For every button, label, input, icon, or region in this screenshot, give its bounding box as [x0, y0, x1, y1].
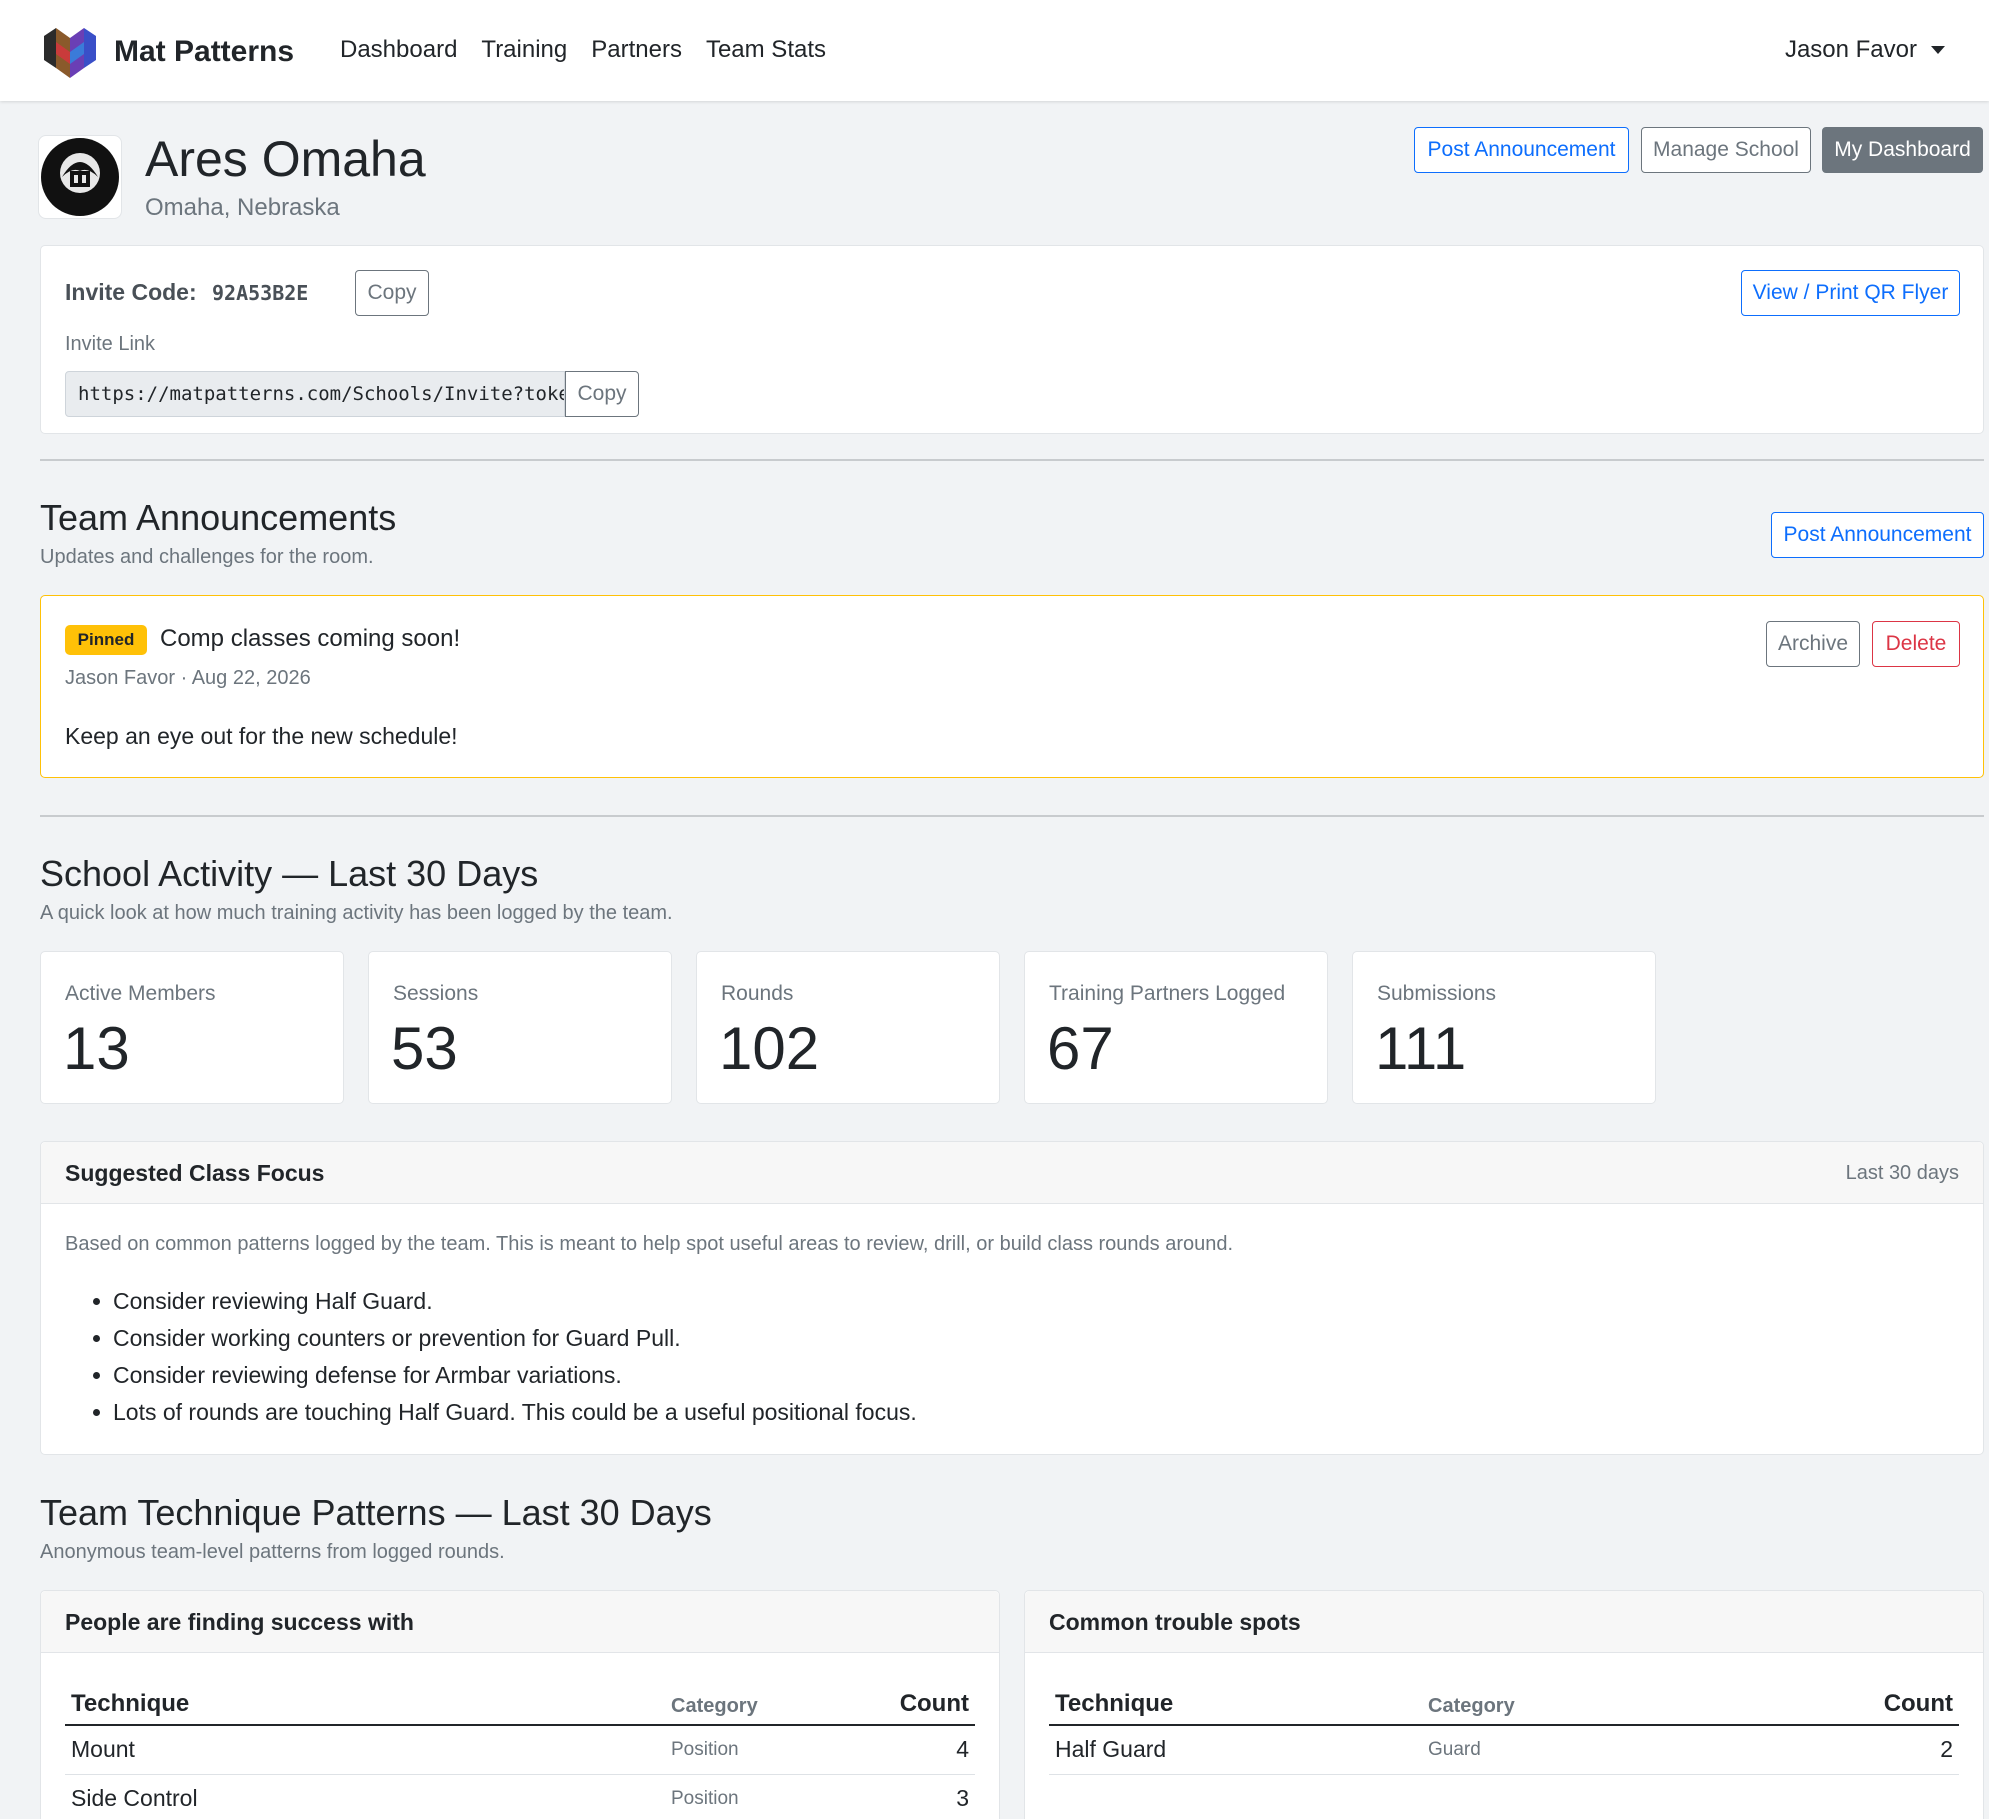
announcement-card: [40, 595, 1984, 778]
activity-title: School Activity — Last 30 Days: [40, 853, 539, 894]
count-cell: 3: [835, 1774, 975, 1819]
technique-cell: Mount: [65, 1725, 665, 1775]
list-item: Consider reviewing defense for Armbar va…: [89, 1360, 917, 1397]
divider: [40, 815, 1984, 817]
count-cell: 4: [835, 1725, 975, 1775]
school-logo-icon: [41, 138, 119, 216]
stat-card-training-partners: Training Partners Logged 67: [1024, 951, 1328, 1104]
school-location: Omaha, Nebraska: [145, 194, 340, 221]
stat-label: Submissions: [1377, 982, 1497, 1005]
post-announcement-button-secondary[interactable]: Post Announcement: [1771, 512, 1984, 558]
focus-period: Last 30 days: [1845, 1162, 1959, 1184]
school-logo: [38, 135, 122, 219]
stat-label: Training Partners Logged: [1049, 982, 1286, 1005]
user-name: Jason Favor: [1784, 36, 1917, 63]
delete-button[interactable]: Delete: [1872, 621, 1960, 667]
card-header: Common trouble spots: [1025, 1591, 1983, 1653]
column-header-technique: Technique: [65, 1675, 665, 1726]
stat-label: Rounds: [721, 982, 794, 1005]
success-table: Technique Category Count Mount Position …: [65, 1675, 975, 1819]
stat-card-rounds: Rounds 102: [696, 951, 1000, 1104]
pinned-badge: Pinned: [65, 625, 147, 655]
stat-value: 111: [1375, 1015, 1467, 1082]
column-header-count: Count: [1752, 1675, 1959, 1726]
stat-label: Sessions: [393, 982, 479, 1005]
stat-card-sessions: Sessions 53: [368, 951, 672, 1104]
announcement-body: Keep an eye out for the new schedule!: [65, 723, 458, 749]
announcement-title: Comp classes coming soon!: [160, 625, 461, 652]
column-header-category: Category: [1422, 1675, 1752, 1726]
invite-link-field[interactable]: https://matpatterns.com/Schools/Invite?t…: [65, 371, 565, 417]
announcement-meta: Jason Favor · Aug 22, 2026: [65, 667, 311, 689]
trouble-title: Common trouble spots: [1049, 1609, 1301, 1635]
list-item: Lots of rounds are touching Half Guard. …: [89, 1397, 917, 1434]
school-name: Ares Omaha: [145, 131, 426, 187]
brand[interactable]: Mat Patterns: [40, 24, 294, 80]
focus-title: Suggested Class Focus: [65, 1160, 325, 1186]
column-header-category: Category: [665, 1675, 835, 1726]
nav-link-dashboard[interactable]: Dashboard: [340, 36, 457, 64]
table-row: Half Guard Guard 2: [1049, 1725, 1959, 1775]
trouble-table: Technique Category Count Half Guard Guar…: [1049, 1675, 1959, 1775]
copy-code-button[interactable]: Copy: [355, 270, 429, 316]
focus-list: Consider reviewing Half Guard. Consider …: [89, 1286, 917, 1434]
patterns-subtitle: Anonymous team-level patterns from logge…: [40, 1541, 505, 1563]
column-header-count: Count: [835, 1675, 975, 1726]
top-navbar: Mat Patterns Dashboard Training Partners…: [0, 0, 1989, 101]
nav-link-partners[interactable]: Partners: [591, 36, 682, 64]
count-cell: 2: [1752, 1725, 1959, 1775]
mat-patterns-logo-icon: [44, 28, 96, 78]
stat-card-submissions: Submissions 111: [1352, 951, 1656, 1104]
nav-link-training[interactable]: Training: [481, 36, 567, 64]
card-header: Suggested Class Focus Last 30 days: [41, 1142, 1983, 1204]
brand-name: Mat Patterns: [114, 35, 295, 68]
manage-school-button[interactable]: Manage School: [1641, 127, 1811, 173]
chevron-down-icon: [1931, 46, 1945, 54]
post-announcement-button[interactable]: Post Announcement: [1414, 127, 1629, 173]
technique-cell: Side Control: [65, 1774, 665, 1819]
copy-link-button[interactable]: Copy: [565, 371, 639, 417]
success-title: People are finding success with: [65, 1609, 414, 1635]
announcements-subtitle: Updates and challenges for the room.: [40, 546, 374, 568]
announcements-title: Team Announcements: [40, 497, 397, 538]
category-cell: Position: [665, 1774, 835, 1819]
patterns-title: Team Technique Patterns — Last 30 Days: [40, 1492, 712, 1533]
nav-link-team-stats[interactable]: Team Stats: [706, 36, 826, 64]
category-cell: Position: [665, 1725, 835, 1775]
technique-cell: Half Guard: [1049, 1725, 1422, 1775]
archive-button[interactable]: Archive: [1766, 621, 1860, 667]
activity-subtitle: A quick look at how much training activi…: [40, 902, 673, 924]
stat-card-active-members: Active Members 13: [40, 951, 344, 1104]
table-row: Side Control Position 3: [65, 1774, 975, 1819]
stat-value: 53: [391, 1015, 458, 1082]
card-header: People are finding success with: [41, 1591, 999, 1653]
list-item: Consider reviewing Half Guard.: [89, 1286, 917, 1323]
divider: [40, 459, 1984, 461]
invite-link-label: Invite Link: [65, 333, 156, 355]
category-cell: Guard: [1422, 1725, 1752, 1775]
column-header-technique: Technique: [1049, 1675, 1422, 1726]
table-row: Mount Position 4: [65, 1725, 975, 1775]
my-dashboard-button[interactable]: My Dashboard: [1822, 127, 1983, 173]
invite-code-value: 92A53B2E: [212, 281, 309, 305]
stat-value: 13: [63, 1015, 130, 1082]
list-item: Consider working counters or prevention …: [89, 1323, 917, 1360]
invite-code-label: Invite Code:: [65, 279, 197, 305]
nav-links: Dashboard Training Partners Team Stats: [340, 36, 850, 64]
stat-value: 102: [719, 1015, 820, 1082]
stat-value: 67: [1047, 1015, 1114, 1082]
stat-label: Active Members: [65, 982, 216, 1005]
focus-description: Based on common patterns logged by the t…: [65, 1233, 1234, 1255]
user-menu[interactable]: Jason Favor: [1785, 36, 1945, 64]
view-qr-flyer-button[interactable]: View / Print QR Flyer: [1741, 270, 1960, 316]
